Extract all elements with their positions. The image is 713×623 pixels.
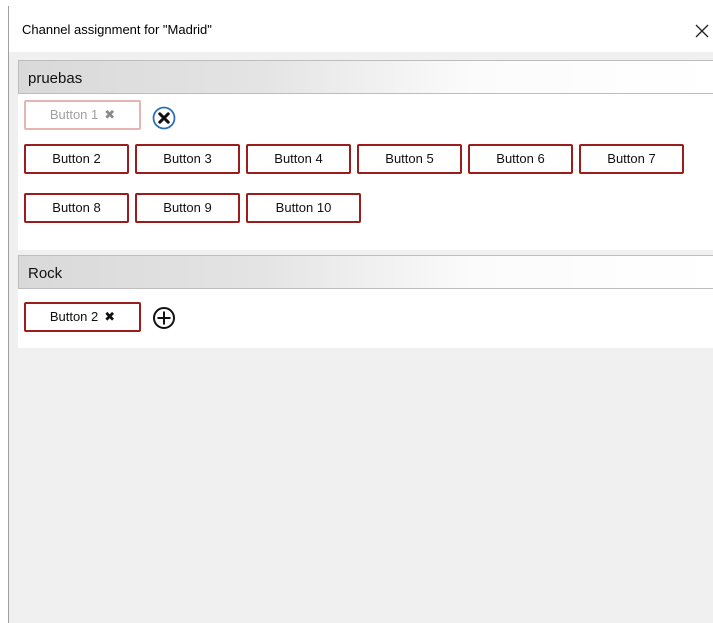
available-chip[interactable]: Button 6 [468, 144, 573, 174]
dialog-title: Channel assignment for "Madrid" [22, 22, 212, 37]
chip-label: Button 10 [275, 200, 332, 215]
available-chip[interactable]: Button 9 [135, 193, 240, 223]
available-chip[interactable]: Button 8 [24, 193, 129, 223]
remove-chip-icon[interactable]: ✖ [104, 107, 115, 122]
chip-label: Button 1 [49, 107, 99, 122]
title-bar: Channel assignment for "Madrid" [9, 6, 713, 52]
close-icon [695, 24, 709, 38]
remove-circle-icon [152, 106, 176, 130]
remove-chip-icon[interactable]: ✖ [104, 309, 115, 324]
dialog-window: Channel assignment for "Madrid" pruebas … [8, 6, 713, 623]
add-circle-button[interactable] [152, 306, 176, 330]
chip-label: Button 4 [274, 151, 323, 166]
available-chip[interactable]: Button 10 [246, 193, 361, 223]
chip-label: Button 5 [385, 151, 434, 166]
available-chip[interactable]: Button 3 [135, 144, 240, 174]
chip-label: Button 2 [49, 309, 99, 324]
chip-label: Button 6 [496, 151, 545, 166]
group-pruebas: pruebas Button 1 ✖ Button 2 Button 3 Butt… [18, 60, 713, 250]
group-title: Rock [28, 265, 63, 282]
close-button[interactable] [691, 20, 713, 42]
available-chip[interactable]: Button 4 [246, 144, 351, 174]
available-chip[interactable]: Button 7 [579, 144, 684, 174]
group-header[interactable]: pruebas [18, 60, 713, 94]
chip-label: Button 2 [52, 151, 101, 166]
chip-label: Button 9 [163, 200, 212, 215]
group-header[interactable]: Rock [18, 255, 713, 289]
remove-circle-button[interactable] [152, 106, 176, 130]
group-rock: Rock Button 2 ✖ [18, 255, 713, 348]
available-chip[interactable]: Button 5 [357, 144, 462, 174]
add-circle-icon [153, 307, 175, 329]
available-chip[interactable]: Button 2 [24, 144, 129, 174]
assigned-chip[interactable]: Button 2 ✖ [24, 302, 141, 332]
chip-label: Button 8 [52, 200, 101, 215]
chip-label: Button 3 [163, 151, 212, 166]
group-title: pruebas [28, 70, 83, 87]
chip-label: Button 7 [607, 151, 656, 166]
assigned-chip[interactable]: Button 1 ✖ [24, 100, 141, 130]
